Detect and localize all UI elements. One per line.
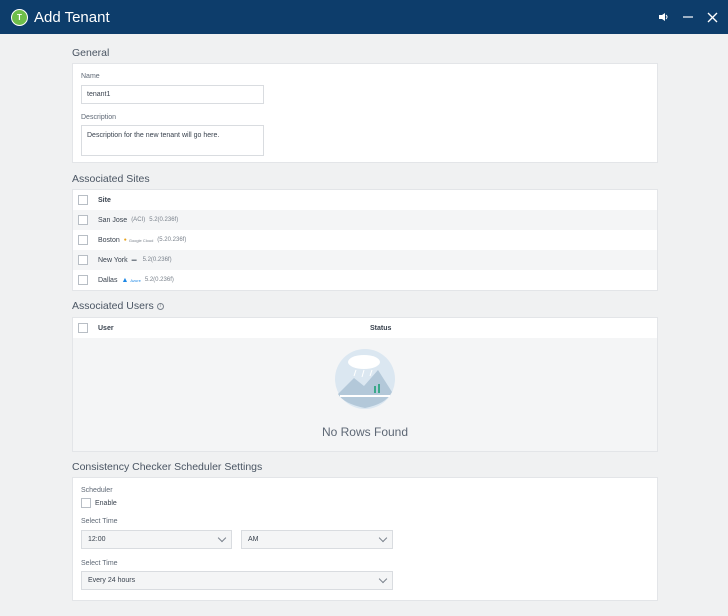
site-name: New York — [98, 256, 128, 264]
chevron-down-icon — [378, 533, 388, 543]
table-row: San Jose (ACI) 5.2(0.236f) — [73, 210, 657, 230]
select-all-users-checkbox[interactable] — [78, 323, 88, 333]
chevron-down-icon — [378, 574, 388, 584]
users-table: User Status No Rows Found — [72, 317, 658, 452]
status-column-header: Status — [370, 324, 392, 332]
sites-table: Site San Jose (ACI) 5.2(0.236f) Boston ●… — [72, 189, 658, 291]
site-column-header: Site — [98, 196, 111, 204]
table-row: New York ▬ 5.2(0.236f) — [73, 250, 657, 270]
site-name: San Jose — [98, 216, 128, 224]
interval-label: Select Time — [81, 560, 118, 567]
name-input[interactable]: tenant1 — [81, 85, 264, 104]
scheduler-section-title: Consistency Checker Scheduler Settings — [72, 461, 263, 473]
minimize-button[interactable] — [682, 10, 694, 24]
time-select[interactable]: 12:00 — [81, 530, 232, 549]
site-version: 5.2(0.236f) — [149, 217, 179, 223]
general-section-title: General — [72, 47, 110, 59]
enable-label: Enable — [95, 499, 117, 507]
scheduler-label: Scheduler — [81, 487, 113, 494]
interval-select[interactable]: Every 24 hours — [81, 571, 393, 590]
info-icon[interactable]: i — [156, 302, 164, 310]
site-checkbox-san-jose[interactable] — [78, 215, 88, 225]
empty-cloud-illustration — [335, 349, 395, 409]
server-icon: ▬ — [131, 257, 137, 263]
site-version: 5.2(0.236f) — [142, 257, 172, 263]
chevron-down-icon — [217, 533, 227, 543]
google-cloud-icon: ● — [123, 237, 127, 243]
site-name: Boston — [98, 236, 120, 244]
select-all-sites-checkbox[interactable] — [78, 195, 88, 205]
empty-state: No Rows Found — [73, 338, 657, 451]
site-checkbox-new-york[interactable] — [78, 255, 88, 265]
site-type-tag: (ACI) — [131, 217, 146, 223]
no-rows-text: No Rows Found — [321, 425, 409, 439]
azure-icon: ▲ — [121, 276, 129, 284]
name-label: Name — [81, 73, 100, 80]
general-card: Name tenant1 Description Description for… — [72, 63, 658, 163]
enable-checkbox[interactable] — [81, 498, 91, 508]
site-version: 5.2(0.236f) — [144, 277, 174, 283]
window-title: Add Tenant — [34, 8, 110, 26]
site-name: Dallas — [98, 276, 118, 284]
site-checkbox-boston[interactable] — [78, 235, 88, 245]
sites-section-title: Associated Sites — [72, 173, 150, 185]
description-textarea[interactable]: Description for the new tenant will go h… — [81, 125, 264, 156]
site-version: (5.20.236f) — [157, 237, 187, 243]
tenant-logo-icon: T — [11, 8, 28, 26]
user-column-header: User — [98, 324, 114, 332]
close-button[interactable] — [706, 10, 718, 24]
site-type-tag: ● Google Cloud — [123, 237, 154, 243]
table-row: Dallas ▲ Azure 5.2(0.236f) — [73, 270, 657, 290]
table-row: Boston ● Google Cloud (5.20.236f) — [73, 230, 657, 250]
users-header-row: User Status — [73, 318, 657, 338]
site-type-tag: ▲ Azure — [121, 276, 141, 284]
users-section-title: Associated Users i — [72, 300, 164, 312]
sites-header-row: Site — [73, 190, 657, 210]
select-time-label: Select Time — [81, 518, 118, 525]
site-checkbox-dallas[interactable] — [78, 275, 88, 285]
window-titlebar: T Add Tenant — [0, 0, 728, 34]
description-label: Description — [81, 114, 117, 121]
scheduler-card: Scheduler Enable Select Time 12:00 AM Se… — [72, 477, 658, 601]
speaker-icon[interactable] — [658, 10, 670, 24]
ampm-select[interactable]: AM — [241, 530, 393, 549]
enable-toggle[interactable]: Enable — [81, 498, 117, 508]
